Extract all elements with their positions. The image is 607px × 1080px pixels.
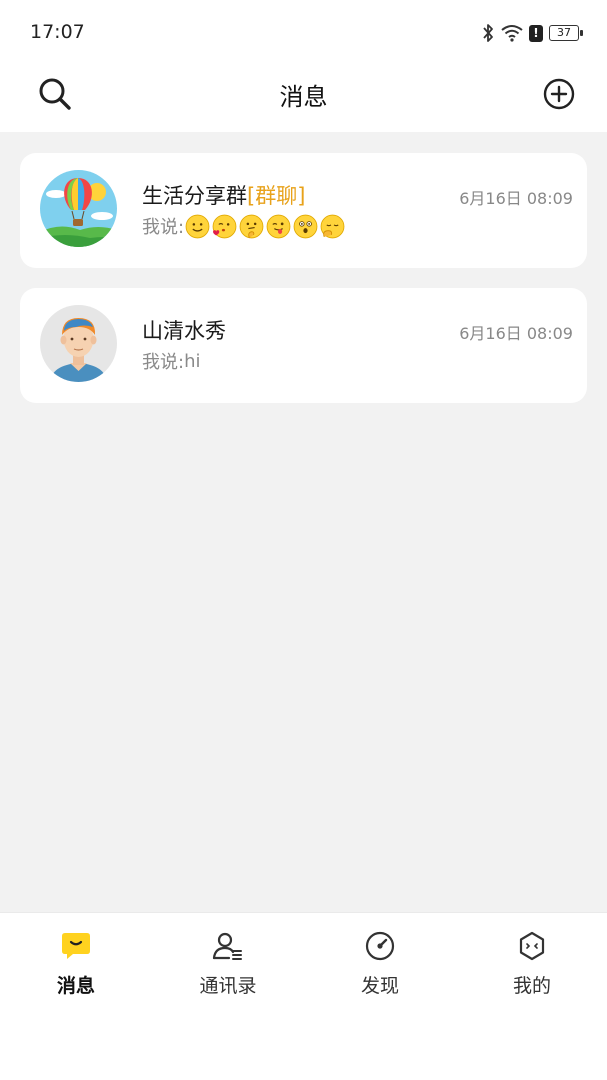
profile-hexagon-icon (515, 929, 549, 963)
bluetooth-icon (483, 24, 493, 42)
status-time: 17:07 (30, 21, 85, 43)
cartoon-man-avatar (40, 305, 117, 382)
tab-messages[interactable]: 消息 (0, 929, 152, 1003)
tongue-emoji-icon (266, 214, 291, 238)
status-icons: ! 37 (481, 22, 583, 44)
preview-prefix: 我说: (142, 217, 185, 238)
message-preview: 我说: (142, 213, 347, 239)
tab-label: 我的 (512, 975, 551, 997)
tab-contacts[interactable]: 通讯录 (152, 929, 304, 1003)
alert-icon: ! (529, 24, 543, 42)
status-bar: 17:07 ! 37 (0, 0, 607, 64)
chat-bubble-icon (59, 929, 93, 963)
conversation-name: 山清水秀 (142, 319, 226, 343)
contacts-icon (211, 929, 245, 963)
header: 消息 (0, 64, 607, 124)
group-name: 生活分享群 (142, 184, 247, 208)
conversation-name: 生活分享群[群聊] (142, 180, 305, 210)
preview-prefix: 我说: (142, 352, 185, 373)
tab-me[interactable]: 我的 (456, 929, 607, 1003)
tab-label: 通讯录 (199, 975, 257, 997)
compass-icon (363, 929, 397, 963)
surprised-emoji-icon (293, 214, 318, 238)
plus-circle-icon (543, 78, 575, 110)
preview-text: hi (184, 350, 201, 372)
battery-icon: 37 (549, 25, 583, 41)
thinking-emoji-icon (239, 214, 264, 238)
conversation-item-contact[interactable]: 山清水秀 6月16日 08:09 我说: hi (20, 288, 587, 403)
bottom-tab-bar: 消息 通讯录 发现 我的 (0, 912, 607, 1080)
add-button[interactable] (539, 74, 579, 114)
emoji-row (185, 214, 347, 239)
top-bar-area: 17:07 ! 37 消息 (0, 0, 607, 132)
tab-discover[interactable]: 发现 (304, 929, 456, 1003)
sleepy-emoji-icon (320, 214, 345, 238)
conversation-time: 6月16日 08:09 (459, 324, 573, 343)
wifi-icon (501, 25, 523, 42)
hot-air-balloon-avatar (40, 170, 117, 247)
tab-label: 消息 (56, 975, 95, 997)
group-chat-tag: [群聊] (247, 184, 306, 208)
page-title: 消息 (279, 83, 328, 111)
tab-label: 发现 (360, 975, 399, 997)
conversation-item-group[interactable]: 生活分享群[群聊] 6月16日 08:09 我说: (20, 153, 587, 268)
message-preview: 我说: hi (142, 348, 201, 374)
smile-emoji-icon (185, 214, 210, 238)
kiss-emoji-icon (212, 214, 237, 238)
conversation-time: 6月16日 08:09 (459, 189, 573, 208)
